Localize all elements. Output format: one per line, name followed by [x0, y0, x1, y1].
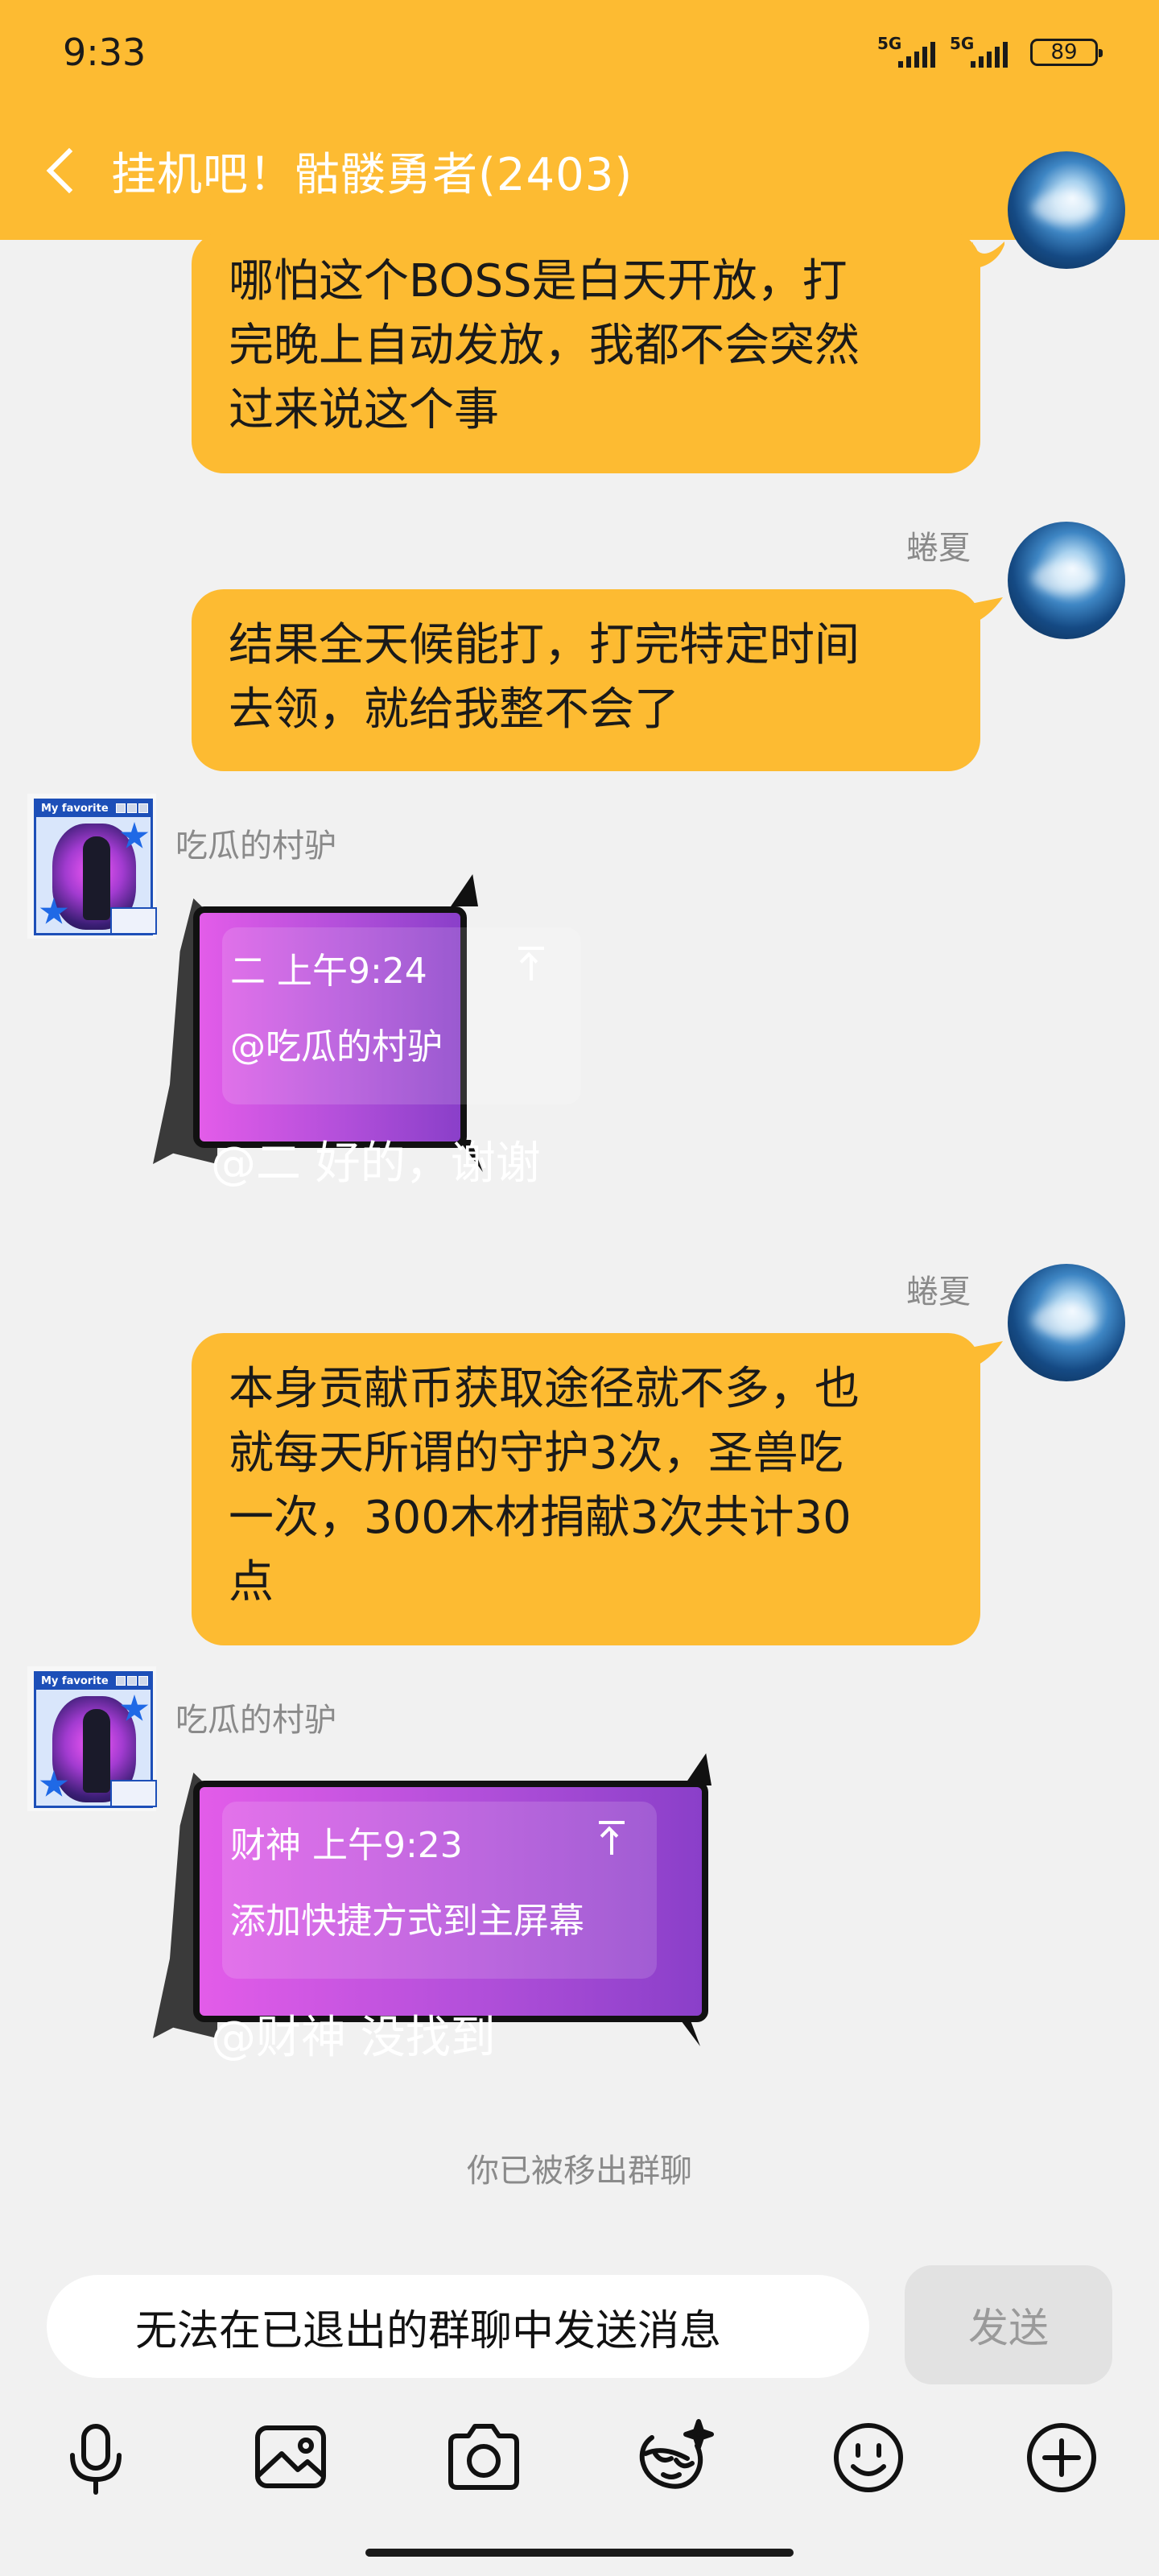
image-icon[interactable] — [246, 2413, 335, 2502]
signal-icon: 5G — [877, 34, 942, 71]
reply-text: @财神 没找到 — [211, 2012, 496, 2064]
avatar[interactable] — [1008, 151, 1125, 269]
message-bubble[interactable]: 结果全天候能打，打完特定时间 去领，就给我整不会了 — [192, 589, 980, 771]
message-line: 去领，就给我整不会了 — [229, 683, 679, 736]
status-indicators: 5G 5G 89 — [877, 32, 1103, 72]
send-button[interactable]: 发送 — [905, 2265, 1112, 2384]
back-button[interactable] — [39, 137, 87, 201]
avatar[interactable]: My favorite — [27, 794, 157, 939]
message-bubble[interactable]: 二 上午9:24 @吃瓜的村驴 @二 好的，谢谢 — [153, 874, 636, 1228]
input-area: 无法在已退出的群聊中发送消息 发送 — [0, 2235, 1159, 2576]
sender-name: 蜷夏 — [906, 1274, 971, 1311]
home-indicator[interactable] — [365, 2549, 794, 2557]
chat-header: 9:33 5G 5G 89 挂机吧！骷髅勇者(2403) — [0, 0, 1159, 240]
sticker-icon[interactable] — [631, 2413, 720, 2502]
bubble-tail — [972, 242, 1004, 269]
sender-name: 吃瓜的村驴 — [175, 1702, 336, 1739]
plus-icon[interactable] — [1017, 2413, 1106, 2502]
message-line: 就每天所谓的守护3次，圣兽吃 — [229, 1427, 843, 1480]
quote-header: 财神 上午9:23 — [230, 1825, 463, 1866]
microphone-icon[interactable] — [52, 2413, 140, 2502]
message-bubble[interactable]: 哪怕这个BOSS是白天开放，打 完晚上自动发放，我都不会突然 过来说这个事 — [192, 232, 980, 473]
camera-icon[interactable] — [439, 2413, 528, 2502]
message-line: 过来说这个事 — [229, 384, 499, 436]
message-bubble[interactable]: 财神 上午9:23 添加快捷方式到主屏幕 @财神 没找到 — [153, 1748, 716, 2103]
quote-header: 二 上午9:24 — [230, 951, 427, 992]
bubble-tail — [971, 1341, 1003, 1368]
message-line: 哪怕这个BOSS是白天开放，打 — [229, 255, 848, 308]
input-toolbar — [0, 2413, 1159, 2534]
status-time: 9:33 — [63, 31, 146, 74]
avatar[interactable]: My favorite — [27, 1666, 157, 1811]
system-notice: 你已被移出群聊 — [467, 2153, 692, 2190]
bubble-tail — [971, 597, 1003, 625]
avatar[interactable] — [1008, 522, 1125, 639]
avatar[interactable] — [1008, 1264, 1125, 1381]
chat-title: 挂机吧！骷髅勇者(2403) — [111, 149, 633, 201]
message-input[interactable]: 无法在已退出的群聊中发送消息 — [47, 2275, 869, 2378]
quote-body: 添加快捷方式到主屏幕 — [230, 1901, 584, 1942]
quote-arrow-icon[interactable] — [596, 1819, 628, 1856]
message-line: 一次，300木材捐献3次共计30 — [229, 1492, 852, 1544]
avatar-frame: My favorite — [34, 799, 157, 935]
avatar-frame: My favorite — [34, 1671, 157, 1808]
message-bubble[interactable]: 本身贡献币获取途径就不多，也 就每天所谓的守护3次，圣兽吃 一次，300木材捐献… — [192, 1333, 980, 1645]
quote-arrow-icon[interactable] — [515, 945, 547, 982]
message-line: 完晚上自动发放，我都不会突然 — [229, 320, 860, 372]
emoji-icon[interactable] — [824, 2413, 913, 2502]
sender-name: 蜷夏 — [906, 530, 971, 567]
reply-text: @二 好的，谢谢 — [211, 1137, 541, 1190]
sender-name: 吃瓜的村驴 — [175, 828, 336, 865]
message-line: 点 — [229, 1556, 274, 1608]
message-line: 结果全天候能打，打完特定时间 — [229, 619, 860, 671]
battery-icon: 89 — [1030, 39, 1103, 66]
signal-icon-2: 5G — [950, 34, 1014, 71]
quote-body: @吃瓜的村驴 — [230, 1026, 443, 1067]
message-line: 本身贡献币获取途径就不多，也 — [229, 1363, 860, 1415]
